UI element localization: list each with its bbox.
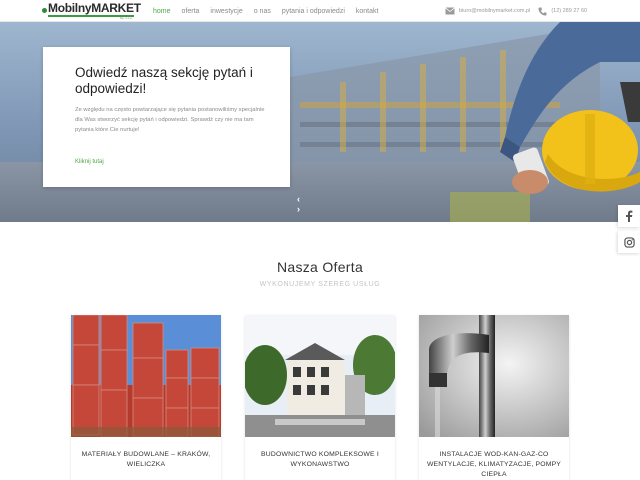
logo-dot <box>42 8 47 13</box>
logo-text: MobilnyMARKET <box>48 1 141 15</box>
nav-item-home[interactable]: home <box>153 8 171 15</box>
slider-prev-button[interactable]: ‹ <box>297 194 305 204</box>
nav-item-pytania[interactable]: pytania i odpowiedzi <box>282 8 345 15</box>
main-nav: home oferta inwestycje o nas pytania i o… <box>153 0 389 22</box>
logo-subtitle: Sp. z o.o. <box>120 16 133 20</box>
nav-item-inwestycje[interactable]: inwestycje <box>210 8 242 15</box>
offer-tile-caption: MATERIAŁY BUDOWLANE – KRAKÓW, WIELICZKA <box>81 451 211 468</box>
header-phone[interactable]: (12) 289 27 60 <box>551 8 587 14</box>
installations-image <box>419 315 569 437</box>
offer-subtitle: WYKONUJEMY SZEREG USŁUG <box>259 281 381 288</box>
instagram-icon <box>623 236 635 248</box>
facebook-icon <box>626 210 633 222</box>
site-header: MobilnyMARKET Sp. z o.o. home oferta inw… <box>0 0 640 22</box>
nav-item-oferta[interactable]: oferta <box>182 8 200 15</box>
materials-image <box>71 315 221 437</box>
nav-item-o-nas[interactable]: o nas <box>254 8 271 15</box>
facebook-button[interactable] <box>618 205 640 227</box>
offer-tile-installations[interactable]: INSTALACJE WOD-KAN-GAZ-CO WENTYLACJE, KL… <box>419 315 569 480</box>
offer-tile-materials[interactable]: MATERIAŁY BUDOWLANE – KRAKÓW, WIELICZKA <box>71 315 221 480</box>
hero-text: Ze względu na często powtarzające się py… <box>75 107 265 133</box>
hero-link[interactable]: Kliknij tutaj <box>75 159 104 165</box>
slider-arrows: ‹ › <box>297 194 305 214</box>
offer-tile-construction[interactable]: BUDOWNICTWO KOMPLEKSOWE I WYKONAWSTWO <box>245 315 395 480</box>
construction-image <box>245 315 395 437</box>
header-email[interactable]: biuro@mobilnymarket.com.pl <box>459 8 530 14</box>
hero-title: Odwiedź naszą sekcję pytań i odpowiedzi! <box>75 65 253 96</box>
hero-card: Odwiedź naszą sekcję pytań i odpowiedzi!… <box>43 47 290 187</box>
offer-title: Nasza Oferta <box>276 259 364 275</box>
nav-item-kontakt[interactable]: kontakt <box>356 8 379 15</box>
header-contact: biuro@mobilnymarket.com.pl (12) 289 27 6… <box>445 0 595 22</box>
instagram-button[interactable] <box>618 231 640 253</box>
phone-icon <box>538 6 547 16</box>
offer-tile-caption: INSTALACJE WOD-KAN-GAZ-CO WENTYLACJE, KL… <box>426 451 562 478</box>
envelope-icon <box>445 7 455 15</box>
logo[interactable]: MobilnyMARKET Sp. z o.o. <box>42 1 141 20</box>
offer-tile-caption: BUDOWNICTWO KOMPLEKSOWE I WYKONAWSTWO <box>261 451 379 468</box>
slider-next-button[interactable]: › <box>297 204 305 214</box>
